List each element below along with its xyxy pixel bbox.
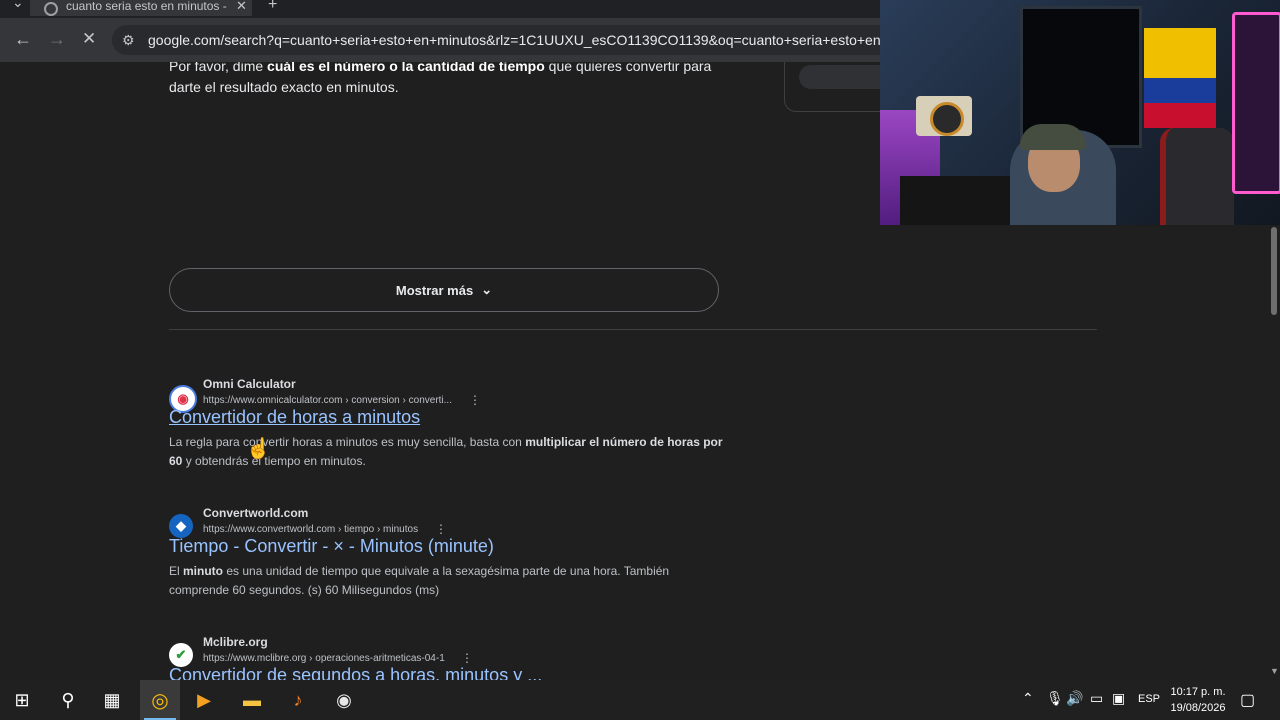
result-site-name[interactable]: Omni Calculator (203, 377, 296, 391)
scroll-down-icon[interactable]: ▼ (1270, 666, 1279, 676)
stop-icon[interactable]: ✕ (82, 29, 96, 49)
clock-time: 10:17 p. m. (1170, 686, 1226, 698)
windows-start-icon[interactable]: ⊞ (10, 688, 34, 712)
result-url[interactable]: https://www.mclibre.org › operaciones-ar… (203, 653, 445, 664)
snippet-bold: minuto (183, 564, 224, 578)
result-site-name[interactable]: Mclibre.org (203, 635, 268, 649)
more-vert-icon[interactable]: ⋮ (435, 522, 447, 536)
chevron-down-icon: ⌄ (481, 282, 493, 297)
search-icon[interactable]: ⚲ (56, 688, 80, 712)
microphone-icon[interactable]: 🎙 (1046, 690, 1064, 707)
scrollbar-thumb[interactable] (1271, 227, 1277, 315)
webcam-chair (1160, 128, 1234, 225)
result-snippet: El minuto es una unidad de tiempo que eq… (169, 562, 729, 600)
active-tab[interactable]: cuanto seria esto en minutos - ✕ (30, 0, 252, 16)
input-language[interactable]: ESP (1138, 693, 1160, 705)
result-title-link[interactable]: Convertidor de horas a minutos (169, 407, 420, 428)
windows-taskbar: ⊞ ⚲ ▦ ◎ ▶ ▬ ♪ ◉ ⌃ 🎙 🔊 ▭ ▣ ESP 10:17 p. m… (0, 680, 1280, 720)
fl-studio-icon[interactable]: ♪ (286, 688, 310, 712)
more-vert-icon[interactable]: ⋮ (461, 651, 473, 665)
tab-title: cuanto seria esto en minutos - (66, 0, 227, 13)
webcam-desk (900, 176, 1020, 225)
volume-icon[interactable]: 🔊 (1066, 690, 1083, 707)
back-icon[interactable]: ← (14, 29, 32, 50)
mclibre-icon[interactable]: ✔ (169, 643, 193, 667)
divider (169, 329, 1097, 330)
tab-close-icon[interactable]: ✕ (236, 0, 247, 14)
hand-cursor-icon: ☝ (246, 438, 271, 460)
network-icon[interactable]: ▣ (1112, 690, 1125, 707)
file-explorer-icon[interactable]: ▬ (240, 688, 264, 712)
webcam-speaker-woofer (930, 102, 964, 136)
notification-icon[interactable]: ▢ (1240, 690, 1255, 710)
ai-answer-text: Por favor, dime cuál es el número o la c… (169, 62, 729, 98)
loading-icon (44, 2, 58, 16)
task-view-icon[interactable]: ▦ (100, 688, 124, 712)
page-scrollbar[interactable]: ▼ (1268, 225, 1280, 680)
show-more-label: Mostrar más (395, 282, 474, 298)
webcam-neon-frame (1232, 12, 1280, 194)
site-info-icon[interactable]: ⚙ (122, 32, 135, 49)
result-title-link[interactable]: Convertidor de segundos a horas, minutos… (169, 665, 542, 680)
result-url[interactable]: https://www.omnicalculator.com › convers… (203, 395, 452, 406)
url-text[interactable]: google.com/search?q=cuanto+seria+esto+en… (148, 32, 921, 48)
clock-date: 19/08/2026 (1170, 702, 1226, 714)
convertworld-icon[interactable]: ◆ (169, 514, 193, 538)
answer-text-bold: cuál es el número o la cantidad de tiemp… (267, 62, 545, 74)
chrome-icon: ◎ (151, 689, 169, 712)
webcam-flag (1144, 28, 1216, 128)
snippet-post: es una unidad de tiempo que equivale a l… (169, 564, 670, 597)
webcam-overlay (880, 0, 1280, 225)
result-title-link[interactable]: Tiempo - Convertir - × - Minutos (minute… (169, 536, 494, 557)
tab-search-icon[interactable]: ⌄ (12, 0, 24, 11)
webcam-person-cap (1020, 124, 1086, 150)
chrome-taskbar-item[interactable]: ◎ (140, 680, 180, 720)
battery-icon[interactable]: ▭ (1090, 690, 1103, 707)
forward-icon[interactable]: → (48, 29, 66, 50)
snippet-pre: La regla para convertir horas a minutos … (169, 435, 526, 449)
result-url[interactable]: https://www.convertworld.com › tiempo › … (203, 524, 418, 535)
result-site-name[interactable]: Convertworld.com (203, 506, 308, 520)
new-tab-icon[interactable]: + (268, 0, 277, 14)
media-icon[interactable]: ▶ (192, 688, 216, 712)
answer-text-pre: Por favor, dime (169, 62, 268, 74)
snippet-post: y obtendrás el tiempo en minutos. (182, 454, 366, 468)
system-clock[interactable]: 10:17 p. m. 19/08/2026 (1162, 684, 1234, 716)
more-vert-icon[interactable]: ⋮ (469, 393, 481, 407)
chevron-up-icon[interactable]: ⌃ (1022, 690, 1034, 707)
snippet-pre: El (169, 564, 184, 578)
obs-icon[interactable]: ◉ (332, 688, 356, 712)
show-more-button[interactable]: Mostrar más ⌄ (169, 268, 719, 312)
